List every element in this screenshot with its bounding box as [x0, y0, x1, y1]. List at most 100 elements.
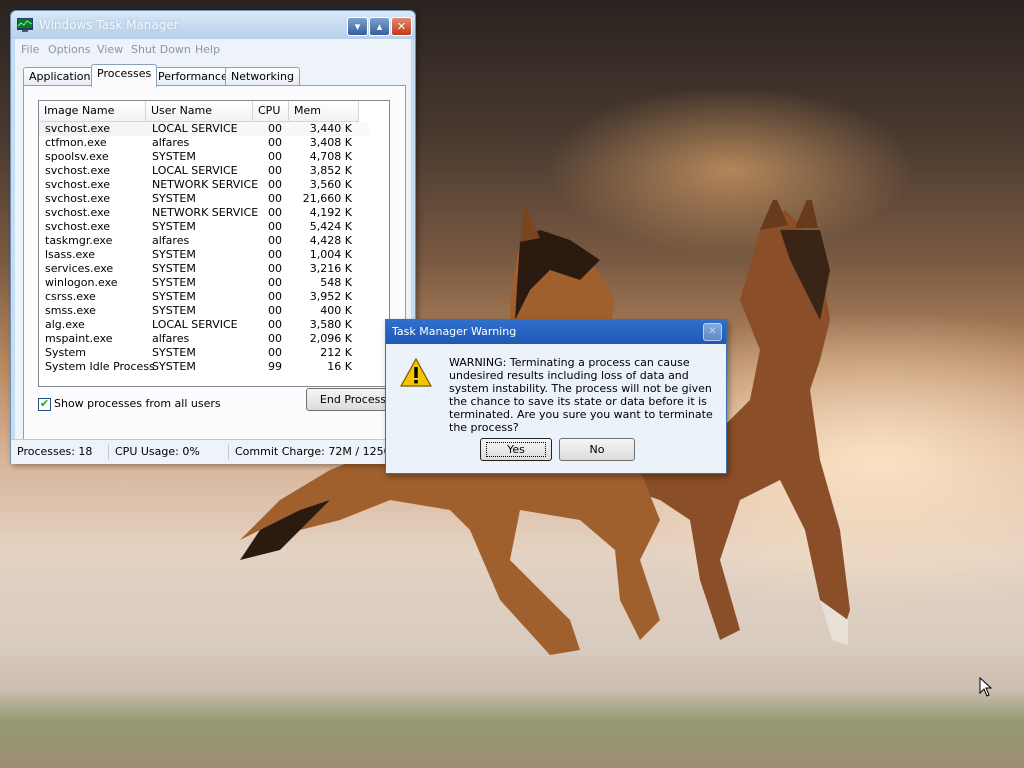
cell-cpu: 00: [268, 206, 282, 219]
cell-image-name: svchost.exe: [45, 164, 111, 177]
cell-user-name: NETWORK SERVICE: [152, 178, 259, 191]
cell-image-name: svchost.exe: [45, 220, 111, 233]
cell-user-name: SYSTEM: [152, 248, 196, 261]
cell-image-name: taskmgr.exe: [45, 234, 113, 247]
table-row[interactable]: alg.exe LOCAL SERVICE 00 3,580 K: [39, 318, 369, 332]
warning-icon: [400, 358, 432, 387]
cell-cpu: 00: [268, 136, 282, 149]
table-row[interactable]: svchost.exe SYSTEM 00 5,424 K: [39, 220, 369, 234]
table-row[interactable]: mspaint.exe alfares 00 2,096 K: [39, 332, 369, 346]
cell-cpu: 00: [268, 290, 282, 303]
yes-button[interactable]: Yes: [480, 438, 552, 461]
table-row[interactable]: services.exe SYSTEM 00 3,216 K: [39, 262, 369, 276]
tab-processes[interactable]: Processes: [91, 64, 158, 87]
table-row[interactable]: spoolsv.exe SYSTEM 00 4,708 K: [39, 150, 369, 164]
dialog-close-button[interactable]: ✕: [703, 323, 722, 341]
minimize-icon: ▾: [354, 20, 361, 33]
cell-cpu: 00: [268, 122, 282, 135]
close-icon: ✕: [708, 326, 717, 337]
cell-cpu: 00: [268, 318, 282, 331]
process-list[interactable]: Image Name User Name CPU Mem Usage svcho…: [38, 100, 390, 387]
cell-image-name: svchost.exe: [45, 192, 111, 205]
menu-shut-down[interactable]: Shut Down: [131, 43, 191, 56]
cell-cpu: 00: [268, 276, 282, 289]
cell-image-name: System Idle Process: [45, 360, 155, 373]
cell-image-name: ctfmon.exe: [45, 136, 107, 149]
table-row[interactable]: svchost.exe NETWORK SERVICE 00 4,192 K: [39, 206, 369, 220]
minimize-button[interactable]: ▾: [347, 17, 368, 36]
cell-user-name: SYSTEM: [152, 360, 196, 373]
no-button[interactable]: No: [559, 438, 635, 461]
status-bar: Processes: 18 CPU Usage: 0% Commit Charg…: [11, 439, 415, 464]
menu-options[interactable]: Options: [48, 43, 90, 56]
table-row[interactable]: System Idle Process SYSTEM 99 16 K: [39, 360, 369, 374]
dialog-title-bar[interactable]: Task Manager Warning ✕: [386, 320, 726, 344]
cell-user-name: LOCAL SERVICE: [152, 122, 238, 135]
cell-mem-usage: 3,580 K: [309, 318, 352, 331]
cell-cpu: 00: [268, 346, 282, 359]
table-row[interactable]: csrss.exe SYSTEM 00 3,952 K: [39, 290, 369, 304]
cell-image-name: svchost.exe: [45, 206, 111, 219]
table-row[interactable]: smss.exe SYSTEM 00 400 K: [39, 304, 369, 318]
cell-user-name: SYSTEM: [152, 150, 196, 163]
table-row[interactable]: svchost.exe LOCAL SERVICE 00 3,440 K: [39, 122, 369, 136]
close-button[interactable]: ✕: [391, 17, 412, 36]
table-row[interactable]: svchost.exe SYSTEM 00 21,660 K: [39, 192, 369, 206]
table-row[interactable]: svchost.exe NETWORK SERVICE 00 3,560 K: [39, 178, 369, 192]
mouse-pointer-icon: [979, 677, 993, 697]
table-row[interactable]: ctfmon.exe alfares 00 3,408 K: [39, 136, 369, 150]
cell-cpu: 00: [268, 192, 282, 205]
menu-file[interactable]: File: [21, 43, 39, 56]
show-all-users-checkbox[interactable]: ✔: [38, 398, 51, 411]
table-row[interactable]: svchost.exe LOCAL SERVICE 00 3,852 K: [39, 164, 369, 178]
cell-mem-usage: 400 K: [320, 304, 352, 317]
cell-image-name: svchost.exe: [45, 178, 111, 191]
cell-image-name: svchost.exe: [45, 122, 111, 135]
cell-mem-usage: 3,440 K: [309, 122, 352, 135]
maximize-button[interactable]: ▴: [369, 17, 390, 36]
show-all-users-label[interactable]: Show processes from all users: [54, 397, 221, 410]
cell-user-name: SYSTEM: [152, 276, 196, 289]
tab-performance[interactable]: Performance: [152, 67, 234, 86]
cell-image-name: services.exe: [45, 262, 114, 275]
cell-image-name: alg.exe: [45, 318, 85, 331]
processes-tab-panel: Image Name User Name CPU Mem Usage svcho…: [23, 85, 406, 442]
table-row[interactable]: winlogon.exe SYSTEM 00 548 K: [39, 276, 369, 290]
cell-cpu: 00: [268, 248, 282, 261]
cell-mem-usage: 3,408 K: [309, 136, 352, 149]
process-rows: svchost.exe LOCAL SERVICE 00 3,440 K ctfmon…: [39, 122, 369, 374]
cell-mem-usage: 4,708 K: [309, 150, 352, 163]
cell-cpu: 00: [268, 262, 282, 275]
cell-user-name: SYSTEM: [152, 220, 196, 233]
cell-mem-usage: 2,096 K: [309, 332, 352, 345]
status-processes: Processes: 18: [13, 444, 109, 460]
task-manager-app-icon: [17, 18, 33, 32]
column-user-name[interactable]: User Name: [146, 101, 253, 121]
cell-user-name: alfares: [152, 136, 190, 149]
menu-help[interactable]: Help: [195, 43, 220, 56]
window-title: Windows Task Manager: [39, 18, 179, 32]
menu-view[interactable]: View: [97, 43, 123, 56]
cell-user-name: LOCAL SERVICE: [152, 318, 238, 331]
cell-user-name: LOCAL SERVICE: [152, 164, 238, 177]
column-mem-usage[interactable]: Mem Usage: [289, 101, 359, 137]
maximize-icon: ▴: [376, 20, 383, 33]
cell-mem-usage: 3,852 K: [309, 164, 352, 177]
cell-user-name: SYSTEM: [152, 262, 196, 275]
table-row[interactable]: lsass.exe SYSTEM 00 1,004 K: [39, 248, 369, 262]
table-row[interactable]: System SYSTEM 00 212 K: [39, 346, 369, 360]
yes-button-label: Yes: [486, 442, 546, 457]
table-row[interactable]: taskmgr.exe alfares 00 4,428 K: [39, 234, 369, 248]
cell-user-name: SYSTEM: [152, 192, 196, 205]
grass-foreground: [0, 690, 1024, 768]
cell-mem-usage: 16 K: [327, 360, 352, 373]
menu-bar: File Options View Shut Down Help: [15, 39, 411, 59]
tab-networking[interactable]: Networking: [225, 67, 300, 86]
cell-cpu: 00: [268, 332, 282, 345]
dialog-body: WARNING: Terminating a process can cause…: [389, 344, 723, 470]
column-cpu[interactable]: CPU: [253, 101, 289, 121]
cell-cpu: 99: [268, 360, 282, 373]
column-image-name[interactable]: Image Name: [39, 101, 146, 121]
cell-user-name: SYSTEM: [152, 346, 196, 359]
title-bar[interactable]: Windows Task Manager ▾ ▴ ✕: [11, 11, 415, 39]
